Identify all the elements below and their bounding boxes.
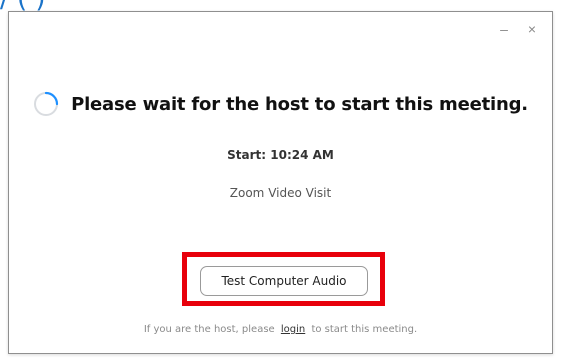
login-link[interactable]: login [281,324,305,335]
minimize-button[interactable]: – [498,22,510,36]
wait-headline: Please wait for the host to start this m… [71,93,528,115]
window-controls: – × [498,22,538,36]
close-button[interactable]: × [526,22,538,36]
loading-spinner-icon [34,91,59,116]
footer-prefix: If you are the host, please [143,324,275,335]
footer-suffix: to start this meeting. [311,324,418,335]
host-login-note: If you are the host, please login to sta… [9,324,552,335]
screen: / ( ) – × Please wait for the host to st… [0,0,562,358]
wait-message: Please wait for the host to start this m… [9,91,552,117]
background-caption: / ( ) [0,0,46,12]
meeting-name: Zoom Video Visit [229,186,332,200]
waiting-room-window: – × Please wait for the host to start th… [8,11,553,354]
start-time: Start: 10:24 AM [227,148,334,162]
test-computer-audio-button[interactable]: Test Computer Audio [200,266,368,296]
